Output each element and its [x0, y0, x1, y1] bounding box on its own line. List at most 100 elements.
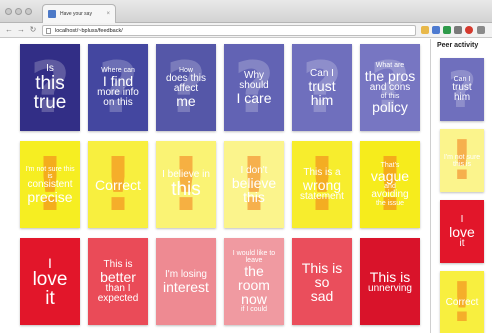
star-icon[interactable]	[421, 26, 429, 34]
card-text: interest	[163, 278, 209, 295]
statement-card[interactable]: ! I believe in this	[156, 141, 216, 228]
card-text: this	[171, 179, 201, 200]
peer-card[interactable]: ! Correct	[440, 271, 484, 333]
card-text: precise	[27, 188, 73, 205]
card-text: I	[48, 254, 52, 271]
card-text: consistent	[27, 178, 73, 190]
menu-icon[interactable]	[477, 26, 485, 34]
card-text: I don't	[240, 164, 268, 176]
browser-window: Have your say × ← → ↻ localhost/~bpluss/…	[0, 0, 492, 333]
back-icon[interactable]: ←	[4, 25, 14, 35]
favicon-icon	[48, 10, 56, 18]
card-text: should	[239, 79, 269, 91]
reload-icon[interactable]: ↻	[28, 25, 38, 35]
page-icon	[46, 27, 51, 34]
extension-icon[interactable]	[443, 26, 451, 34]
card-text: I care	[236, 89, 272, 106]
card-text: I find	[102, 73, 134, 89]
statement-card[interactable]: ! This is a wrong statement	[292, 141, 352, 228]
peer-card[interactable]: I love it	[440, 200, 484, 263]
card-text: believe	[231, 174, 277, 191]
card-text: the issue	[375, 200, 405, 207]
card-text: it	[459, 237, 465, 249]
card-text: statement	[300, 190, 344, 202]
card-text: sad	[310, 287, 334, 304]
card-text: Correct	[95, 176, 141, 193]
emotion-card[interactable]: This is unnerving	[360, 238, 420, 325]
card-text: Is	[46, 62, 54, 74]
card-text: this	[35, 72, 65, 94]
emotion-card[interactable]: This is so sad	[292, 238, 352, 325]
card-text: unnerving	[368, 282, 412, 294]
card-text: this	[243, 188, 265, 205]
card-text: I'm not sure this is	[25, 165, 75, 180]
card-text: if I could	[240, 306, 268, 313]
peer-card[interactable]: ? Can I trust him	[440, 58, 484, 121]
question-card[interactable]: ? How does this affect me	[156, 44, 216, 131]
forward-icon[interactable]: →	[16, 25, 26, 35]
card-text: This is	[301, 259, 343, 276]
tab-close-icon[interactable]: ×	[106, 11, 110, 17]
emotion-card[interactable]: This is better than I expected	[88, 238, 148, 325]
tab-have-your-say[interactable]: Have your say ×	[42, 4, 116, 23]
card-text: better	[100, 268, 136, 285]
card-text: the room	[238, 263, 270, 293]
card-text: love	[449, 223, 475, 240]
card-text: This is	[369, 268, 411, 285]
statement-card[interactable]: ! I don't believe this	[224, 141, 284, 228]
statement-card[interactable]: ! Correct	[88, 141, 148, 228]
card-text: this is	[453, 160, 471, 168]
card-text: Correct	[445, 296, 479, 308]
emotion-card[interactable]: I love it	[20, 238, 80, 325]
statement-card[interactable]: ! I'm not sure this is consistent precis…	[20, 141, 80, 228]
card-text: This is	[103, 258, 133, 270]
minimize-window-button[interactable]	[15, 8, 22, 15]
card-text: than I	[105, 282, 131, 294]
close-window-button[interactable]	[5, 8, 12, 15]
card-text: I'm losing	[165, 268, 207, 280]
card-text: policy	[372, 98, 408, 115]
question-card[interactable]: ? Why should I care	[224, 44, 284, 131]
browser-toolbar: ← → ↻ localhost/~bpluss/feedback/	[0, 23, 492, 38]
url-text: localhost/~bpluss/feedback/	[55, 27, 123, 34]
card-text: I	[460, 213, 464, 225]
question-card[interactable]: ? Can I trust him	[292, 44, 352, 131]
address-bar[interactable]: localhost/~bpluss/feedback/	[42, 25, 416, 36]
card-text: I'm not sure	[443, 153, 481, 161]
card-text: and cons	[369, 81, 411, 93]
card-text: wrong	[302, 176, 342, 193]
card-text: love	[32, 268, 68, 290]
card-text: so	[314, 273, 330, 290]
peer-activity-sidebar: Peer activity ? Can I trust him ! I'm no…	[432, 39, 492, 333]
question-card[interactable]: ? Is this true	[20, 44, 80, 131]
card-text: it	[45, 287, 55, 309]
card-grid: ? Is this true ? Where can I find more i…	[20, 44, 424, 333]
card-text: trust	[308, 77, 336, 94]
peer-card[interactable]: ! I'm not sure this is	[440, 129, 484, 192]
question-card[interactable]: ? Where can I find more info on this	[88, 44, 148, 131]
card-text: now	[241, 291, 267, 307]
question-card[interactable]: ? What are the pros and cons of this pol…	[360, 44, 420, 131]
card-text: This is a	[303, 166, 341, 178]
statement-card[interactable]: ! That's vague and avoiding the issue	[360, 141, 420, 228]
card-text: I would like to leave	[232, 250, 276, 264]
card-text: Can I	[310, 67, 334, 79]
extension-icon[interactable]	[454, 26, 462, 34]
sidebar-divider	[430, 39, 431, 333]
card-text: expected	[97, 292, 139, 304]
extension-icon[interactable]	[432, 26, 440, 34]
card-text: him	[310, 91, 334, 108]
feedback-page: ? Is this true ? Where can I find more i…	[0, 39, 492, 333]
card-text: avoiding	[371, 189, 409, 200]
card-text: on this	[103, 97, 133, 108]
card-text: him	[453, 92, 471, 103]
card-text: true	[33, 91, 67, 113]
emotion-card[interactable]: I would like to leave the room now if I …	[224, 238, 284, 325]
emotion-card[interactable]: I'm losing interest	[156, 238, 216, 325]
extension-icon[interactable]	[465, 26, 473, 34]
card-text: vague	[370, 168, 410, 184]
tab-strip: Have your say ×	[0, 0, 492, 23]
zoom-window-button[interactable]	[25, 8, 32, 15]
card-text: Why	[244, 69, 264, 81]
sidebar-title: Peer activity	[437, 42, 479, 49]
